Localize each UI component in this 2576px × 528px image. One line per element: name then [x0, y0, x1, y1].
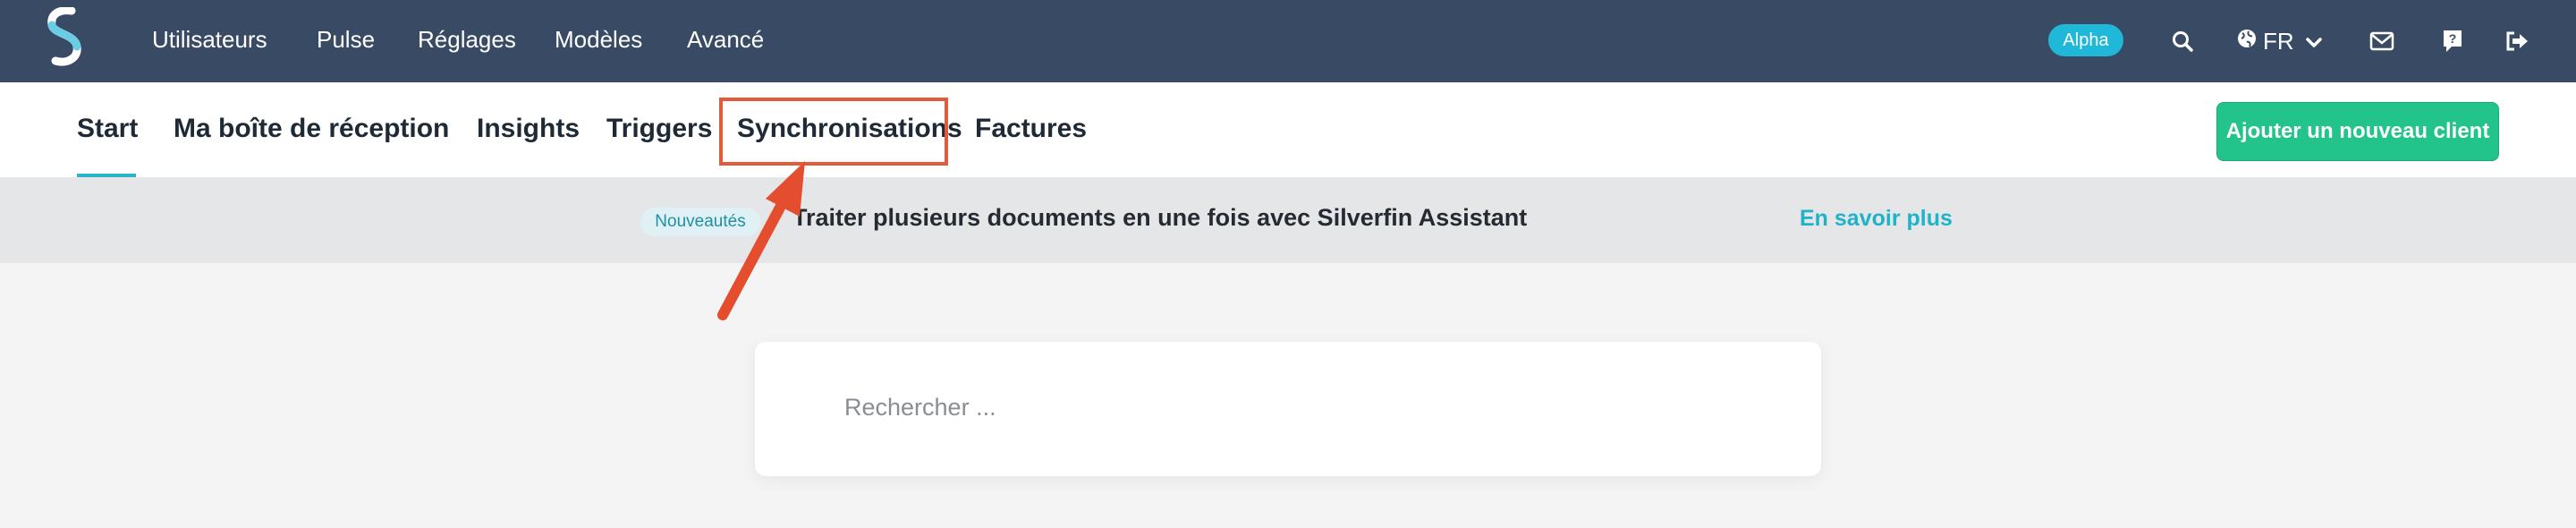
alpha-badge: Alpha — [2048, 24, 2123, 56]
language-label: FR — [2263, 27, 2294, 55]
mail-icon[interactable] — [2364, 23, 2400, 59]
search-icon[interactable] — [2165, 23, 2200, 59]
topnav-reglages[interactable]: Réglages — [418, 25, 516, 54]
tab-inbox[interactable]: Ma boîte de réception — [174, 113, 449, 145]
topnav-avance[interactable]: Avancé — [687, 25, 764, 54]
secondary-nav: Start Ma boîte de réception Insights Tri… — [0, 82, 2576, 177]
tab-insights[interactable]: Insights — [477, 113, 580, 145]
add-client-button[interactable]: Ajouter un nouveau client — [2216, 102, 2499, 161]
globe-icon — [2236, 28, 2258, 55]
search-input[interactable] — [844, 385, 1739, 430]
learn-more-link[interactable]: En savoir plus — [1800, 206, 1953, 232]
help-icon[interactable]: ? — [2435, 23, 2470, 59]
topnav-modeles[interactable]: Modèles — [555, 25, 642, 54]
announcement-banner: Nouveautés Traiter plusieurs documents e… — [0, 177, 2576, 263]
svg-text:?: ? — [2449, 31, 2457, 46]
topnav-pulse[interactable]: Pulse — [317, 25, 375, 54]
announcement-text: Traiter plusieurs documents en une fois … — [792, 204, 1528, 231]
highlight-box — [719, 98, 948, 166]
silverfin-logo[interactable] — [45, 7, 84, 66]
search-card — [755, 342, 1821, 476]
logout-icon[interactable] — [2499, 23, 2535, 59]
chevron-down-icon — [2305, 28, 2323, 55]
topnav-utilisateurs[interactable]: Utilisateurs — [152, 25, 267, 54]
top-navbar: Utilisateurs Pulse Réglages Modèles Avan… — [0, 0, 2576, 82]
tab-triggers[interactable]: Triggers — [606, 113, 712, 145]
tab-start[interactable]: Start — [77, 113, 138, 145]
tab-factures[interactable]: Factures — [975, 113, 1087, 145]
news-badge: Nouveautés — [640, 208, 760, 236]
language-selector[interactable]: FR — [2236, 23, 2323, 59]
